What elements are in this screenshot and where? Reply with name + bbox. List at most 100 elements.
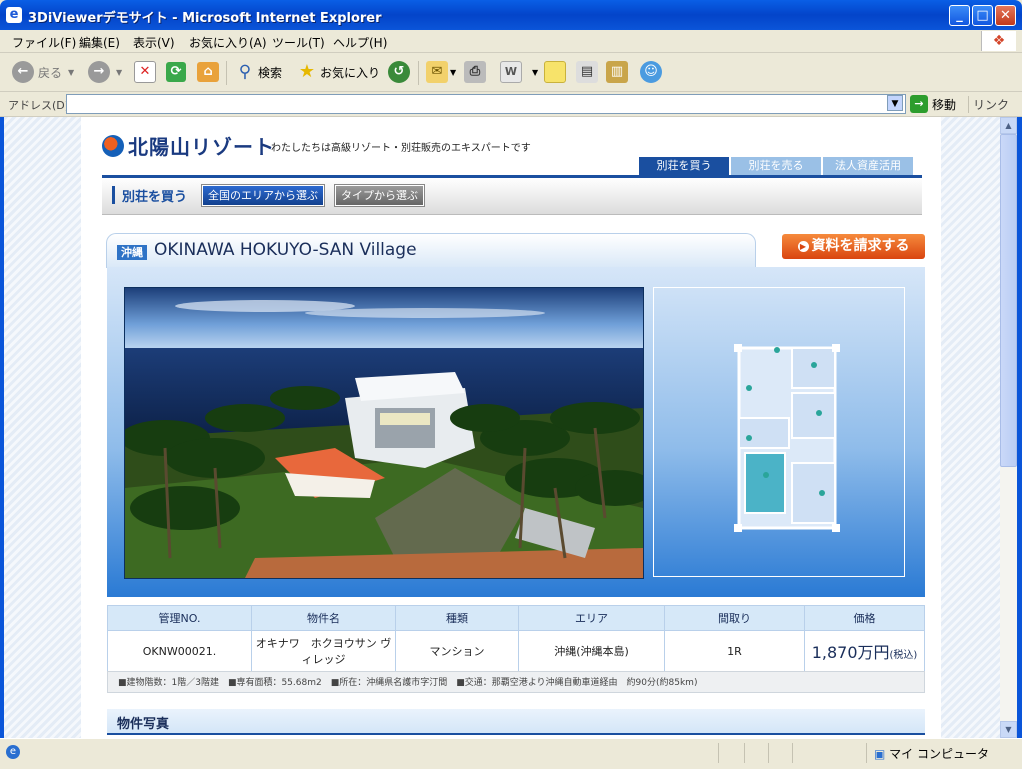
chevron-down-icon: ▼ — [68, 67, 75, 77]
links-button[interactable]: リンク — [968, 96, 1009, 113]
forward-button[interactable]: → ▼ — [88, 60, 122, 84]
status-divider — [768, 743, 769, 763]
sub-nav: 別荘を買う 全国のエリアから選ぶ タイプから選ぶ — [102, 178, 922, 215]
column-header: 価格 — [804, 605, 925, 631]
property-price-cell: 1,870万円(税込) — [804, 630, 925, 672]
floor-plan[interactable] — [653, 287, 905, 577]
window-border-right — [1017, 117, 1022, 738]
menu-file[interactable]: ファイル(F) — [12, 34, 76, 51]
menu-view[interactable]: 表示(V) — [133, 34, 175, 51]
edit-button[interactable]: W ▼ — [500, 60, 538, 84]
select-by-area-button[interactable]: 全国のエリアから選ぶ — [201, 184, 325, 207]
scroll-thumb[interactable] — [1000, 134, 1017, 467]
column-header: エリア — [518, 605, 665, 631]
prefecture-badge: 沖縄 — [117, 245, 147, 260]
scanner-icon: ▤ — [576, 61, 598, 83]
tab-sell-villa[interactable]: 別荘を売る — [731, 157, 821, 175]
books-icon: ▥ — [606, 61, 628, 83]
computer-icon: ▣ — [874, 747, 886, 761]
address-input[interactable] — [66, 94, 906, 114]
page-viewport: 北陽山リゾート わたしたちは高級リゾート・別荘販売のエキスパートです 別荘を買う… — [4, 117, 1000, 738]
property-info-table: 管理NO. 物件名 種類 エリア 間取り 価格 OKNW00021. オキナワ … — [107, 605, 925, 672]
villa-scene-image — [125, 288, 643, 578]
menu-favorites[interactable]: お気に入り(A) — [189, 34, 267, 51]
chevron-down-icon: ▼ — [450, 67, 457, 77]
ie-icon: e — [6, 7, 22, 23]
status-divider — [792, 743, 793, 763]
forward-arrow-icon: → — [88, 61, 110, 83]
research-button[interactable]: ▤ — [576, 60, 598, 84]
close-button[interactable]: ✕ — [995, 5, 1016, 26]
property-area: 沖縄(沖縄本島) — [518, 630, 665, 672]
property-photos-section: 物件写真 — [107, 709, 925, 735]
property-type: マンション — [395, 630, 519, 672]
site-tagline: わたしたちは高級リゾート・別荘販売のエキスパートです — [271, 143, 531, 154]
back-arrow-icon: ← — [12, 61, 34, 83]
menu-tools[interactable]: ツール(T) — [272, 34, 325, 51]
menu-help[interactable]: ヘルプ(H) — [333, 34, 387, 51]
discuss-button[interactable] — [544, 60, 566, 84]
arrow-right-icon: ▶ — [797, 241, 809, 252]
mail-button[interactable]: ✉ ▼ — [426, 60, 456, 84]
home-icon: ⌂ — [197, 62, 219, 82]
messenger-button[interactable]: ☺ — [640, 60, 662, 84]
property-price: 1,870万円 — [811, 643, 890, 662]
go-button[interactable]: → 移動 — [910, 95, 956, 113]
refresh-button[interactable]: ⟳ — [166, 60, 186, 84]
word-icon: W — [500, 61, 522, 83]
scroll-down-button[interactable]: ▼ — [1000, 721, 1017, 738]
chevron-down-icon: ▼ — [532, 67, 539, 77]
address-dropdown-button[interactable]: ▼ — [887, 95, 903, 111]
history-button[interactable]: ↺ — [388, 60, 410, 84]
floor-plan-image — [734, 344, 840, 532]
property-header: 沖縄 OKINAWA HOKUYO-SAN Village — [106, 233, 756, 268]
star-icon: ★ — [298, 61, 316, 82]
scroll-up-button[interactable]: ▲ — [1000, 117, 1017, 134]
tab-corporate-assets[interactable]: 法人資産活用 — [823, 157, 913, 175]
stop-button[interactable]: ✕ — [134, 60, 156, 84]
menu-edit[interactable]: 編集(E) — [79, 34, 120, 51]
request-brochure-button[interactable]: ▶ 資料を請求する — [782, 234, 925, 259]
main-nav: 別荘を買う 別荘を売る 法人資産活用 — [637, 157, 913, 175]
title-bar: e 3DiViewerデモサイト - Microsoft Internet Ex… — [0, 0, 1022, 30]
tax-note: (税込) — [889, 650, 918, 661]
minimize-button[interactable]: _ — [949, 5, 970, 26]
media-button[interactable]: ▥ — [606, 60, 628, 84]
mail-icon: ✉ — [426, 61, 448, 83]
toolbar: ← 戻る ▼ → ▼ ✕ ⟳ ⌂ ⚲ 検索 ★ お気に入り ↺ ✉ ▼ ⎙ W … — [0, 53, 1022, 92]
home-button[interactable]: ⌂ — [197, 60, 219, 84]
property-notes: ■建物階数：1階／3階建 ■専有面積：55.68m2 ■所在：沖縄県名護市字汀間… — [107, 671, 925, 693]
toolbar-separator — [226, 61, 227, 85]
property-visual-panel — [107, 267, 925, 597]
vertical-scrollbar[interactable]: ▲ ▼ — [1000, 117, 1017, 738]
windows-logo-icon: ❖ — [981, 31, 1016, 51]
property-layout: 1R — [664, 630, 805, 672]
history-icon: ↺ — [388, 61, 410, 83]
browser-window: e 3DiViewerデモサイト - Microsoft Internet Ex… — [0, 0, 1022, 769]
select-by-type-button[interactable]: タイプから選ぶ — [334, 184, 425, 207]
address-bar: アドレス(D) ▼ → 移動 リンク — [0, 92, 1022, 117]
column-header: 管理NO. — [107, 605, 252, 631]
status-bar: e ▣ マイ コンピュータ — [0, 738, 1022, 769]
favorites-button[interactable]: ★ お気に入り — [296, 60, 380, 84]
print-button[interactable]: ⎙ — [464, 60, 486, 84]
menu-bar: ファイル(F) 編集(E) 表示(V) お気に入り(A) ツール(T) ヘルプ(… — [0, 30, 1022, 53]
search-button[interactable]: ⚲ 検索 — [234, 60, 282, 84]
site-logo[interactable]: 北陽山リゾート — [102, 131, 275, 160]
page-status-icon: e — [6, 745, 20, 759]
property-title: OKINAWA HOKUYO-SAN Village — [154, 240, 417, 260]
back-button[interactable]: ← 戻る ▼ — [12, 60, 74, 84]
chevron-down-icon: ▼ — [116, 67, 123, 77]
subnav-heading: 別荘を買う — [122, 190, 188, 205]
status-divider — [718, 743, 719, 763]
tab-buy-villa[interactable]: 別荘を買う — [639, 157, 729, 175]
search-icon: ⚲ — [238, 62, 252, 82]
property-3d-view[interactable] — [124, 287, 644, 579]
table-row: OKNW00021. オキナワ ホクヨウサン ヴィレッジ マンション 沖縄(沖縄… — [107, 630, 925, 672]
maximize-button[interactable]: □ — [972, 5, 993, 26]
toolbar-separator — [418, 61, 419, 85]
web-page: 北陽山リゾート わたしたちは高級リゾート・別荘販売のエキスパートです 別荘を買う… — [81, 117, 941, 738]
column-header: 物件名 — [251, 605, 396, 631]
printer-icon: ⎙ — [464, 61, 486, 83]
security-zone: ▣ マイ コンピュータ — [874, 747, 989, 761]
